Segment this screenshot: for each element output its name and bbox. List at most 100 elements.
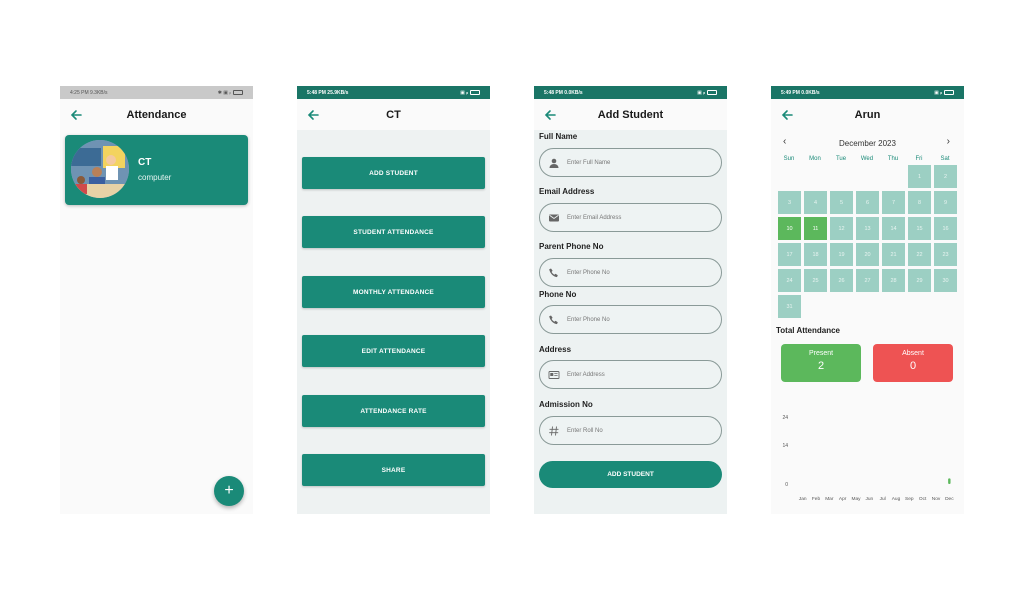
app-bar: CT — [297, 99, 490, 130]
mail-icon — [549, 214, 559, 221]
class-avatar — [71, 140, 129, 198]
weekday-label: Wed — [860, 156, 874, 162]
share-button[interactable]: SHARE — [302, 454, 485, 486]
calendar-day[interactable]: 22 — [908, 243, 931, 266]
status-bar: 5:48 PM 25.9KB/s ▣ ᵢₗ — [297, 86, 490, 99]
weekday-label: Mon — [809, 156, 821, 162]
total-attendance-title: Total Attendance — [776, 326, 841, 335]
calendar-day[interactable]: 19 — [830, 243, 853, 266]
page-title: Attendance — [126, 108, 187, 121]
calendar-day[interactable]: 29 — [908, 269, 931, 292]
page-title: Add Student — [597, 108, 664, 121]
screen-student-detail: 5:49 PM 0.0KB/s ▣ ᵢₗ Arun ‹ December 202… — [771, 86, 964, 514]
battery-icon — [944, 90, 954, 95]
calendar-day[interactable]: 1 — [908, 165, 931, 188]
calendar-day[interactable]: 8 — [908, 191, 931, 214]
calendar-day[interactable]: 20 — [856, 243, 879, 266]
status-bar: 4:25 PM 9.3KB/s ✱ ▣ ᵢₗ — [60, 86, 253, 99]
calendar-day[interactable]: 25 — [804, 269, 827, 292]
calendar-day[interactable]: 7 — [882, 191, 905, 214]
calendar-day[interactable]: 30 — [934, 269, 957, 292]
calendar-day[interactable]: 10 — [778, 217, 801, 240]
hash-icon — [549, 425, 559, 436]
weekday-label: Thu — [887, 156, 899, 162]
admission-input[interactable]: Enter Roll No — [539, 416, 722, 445]
address-placeholder: Enter Address — [567, 371, 605, 378]
student-attendance-button[interactable]: STUDENT ATTENDANCE — [302, 216, 485, 248]
back-arrow-icon[interactable] — [305, 107, 321, 123]
calendar-day[interactable]: 14 — [882, 217, 905, 240]
calendar-day[interactable]: 26 — [830, 269, 853, 292]
x-tick-label: Nov — [932, 496, 941, 502]
x-tick-label: May — [851, 496, 861, 502]
edit-attendance-button[interactable]: EDIT ATTENDANCE — [302, 335, 485, 367]
calendar-day[interactable]: 27 — [856, 269, 879, 292]
phone-input[interactable]: Enter Phone No — [539, 305, 722, 334]
calendar-day[interactable]: 15 — [908, 217, 931, 240]
calendar-day[interactable]: 17 — [778, 243, 801, 266]
class-name: CT — [138, 157, 152, 168]
full-name-input[interactable]: Enter Full Name — [539, 148, 722, 177]
add-class-button[interactable]: + — [214, 476, 244, 506]
present-label: Present — [808, 350, 834, 357]
back-arrow-icon[interactable] — [68, 107, 84, 123]
battery-icon — [707, 90, 717, 95]
back-arrow-icon[interactable] — [542, 107, 558, 123]
weekday-label: Sat — [940, 156, 950, 162]
page-title: CT — [386, 108, 401, 121]
chevron-right-icon[interactable]: › — [947, 136, 950, 147]
app-bar: Arun — [771, 99, 964, 130]
calendar-day[interactable]: 21 — [882, 243, 905, 266]
parent-phone-input[interactable]: Enter Phone No — [539, 258, 722, 287]
x-tick-label: Dec — [945, 496, 954, 502]
admission-placeholder: Enter Roll No — [567, 427, 603, 434]
add-student-button[interactable]: ADD STUDENT — [302, 157, 485, 189]
email-placeholder: Enter Email Address — [567, 214, 622, 221]
calendar-day[interactable]: 12 — [830, 217, 853, 240]
attendance-rate-button[interactable]: ATTENDANCE RATE — [302, 395, 485, 427]
weekday-label: Fri — [915, 156, 923, 162]
calendar-day[interactable]: 23 — [934, 243, 957, 266]
screen-attendance: 4:25 PM 9.3KB/s ✱ ▣ ᵢₗ Attendance CT com… — [60, 86, 253, 514]
calendar-day[interactable]: 13 — [856, 217, 879, 240]
calendar-day[interactable]: 31 — [778, 295, 801, 318]
battery-icon — [470, 90, 480, 95]
absent-label: Absent — [902, 350, 924, 357]
present-count: 2 — [817, 360, 825, 372]
status-icons: ✱ ▣ ᵢₗ — [218, 90, 243, 96]
calendar-day[interactable]: 5 — [830, 191, 853, 214]
calendar-day[interactable]: 9 — [934, 191, 957, 214]
class-card[interactable]: CT computer — [65, 135, 248, 205]
x-tick-label: Oct — [919, 496, 927, 502]
add-student-submit-button[interactable]: ADD STUDENT — [539, 461, 722, 488]
calendar-day[interactable]: 28 — [882, 269, 905, 292]
address-card-icon — [548, 370, 560, 379]
calendar-day[interactable]: 6 — [856, 191, 879, 214]
x-tick-label: Jul — [880, 496, 886, 502]
x-tick-label: Mar — [825, 496, 834, 502]
calendar-day[interactable]: 2 — [934, 165, 957, 188]
calendar-day[interactable]: 24 — [778, 269, 801, 292]
calendar-day[interactable]: 18 — [804, 243, 827, 266]
full-name-placeholder: Enter Full Name — [567, 159, 611, 166]
calendar-day[interactable]: 3 — [778, 191, 801, 214]
add-student-form: Full Name Enter Full Name Email Address … — [534, 130, 727, 514]
parent-phone-label: Parent Phone No — [539, 242, 604, 251]
class-subject: computer — [138, 173, 172, 182]
screen-add-student: 5:48 PM 0.0KB/s ▣ ᵢₗ Add Student Full Na… — [534, 86, 727, 514]
monthly-attendance-button[interactable]: MONTHLY ATTENDANCE — [302, 276, 485, 308]
email-label: Email Address — [539, 187, 595, 196]
x-tick-label: Aug — [892, 496, 901, 502]
back-arrow-icon[interactable] — [779, 107, 795, 123]
calendar-day[interactable]: 4 — [804, 191, 827, 214]
calendar-day[interactable]: 16 — [934, 217, 957, 240]
chevron-left-icon[interactable]: ‹ — [783, 136, 786, 147]
x-tick-label: Jan — [799, 496, 807, 502]
y-tick-label: 14 — [782, 443, 788, 449]
status-icons: ▣ ᵢₗ — [934, 90, 954, 96]
classroom-image — [71, 140, 129, 198]
calendar-day[interactable]: 11 — [804, 217, 827, 240]
email-input[interactable]: Enter Email Address — [539, 203, 722, 232]
calendar-month: December 2023 — [839, 138, 896, 148]
address-input[interactable]: Enter Address — [539, 360, 722, 389]
